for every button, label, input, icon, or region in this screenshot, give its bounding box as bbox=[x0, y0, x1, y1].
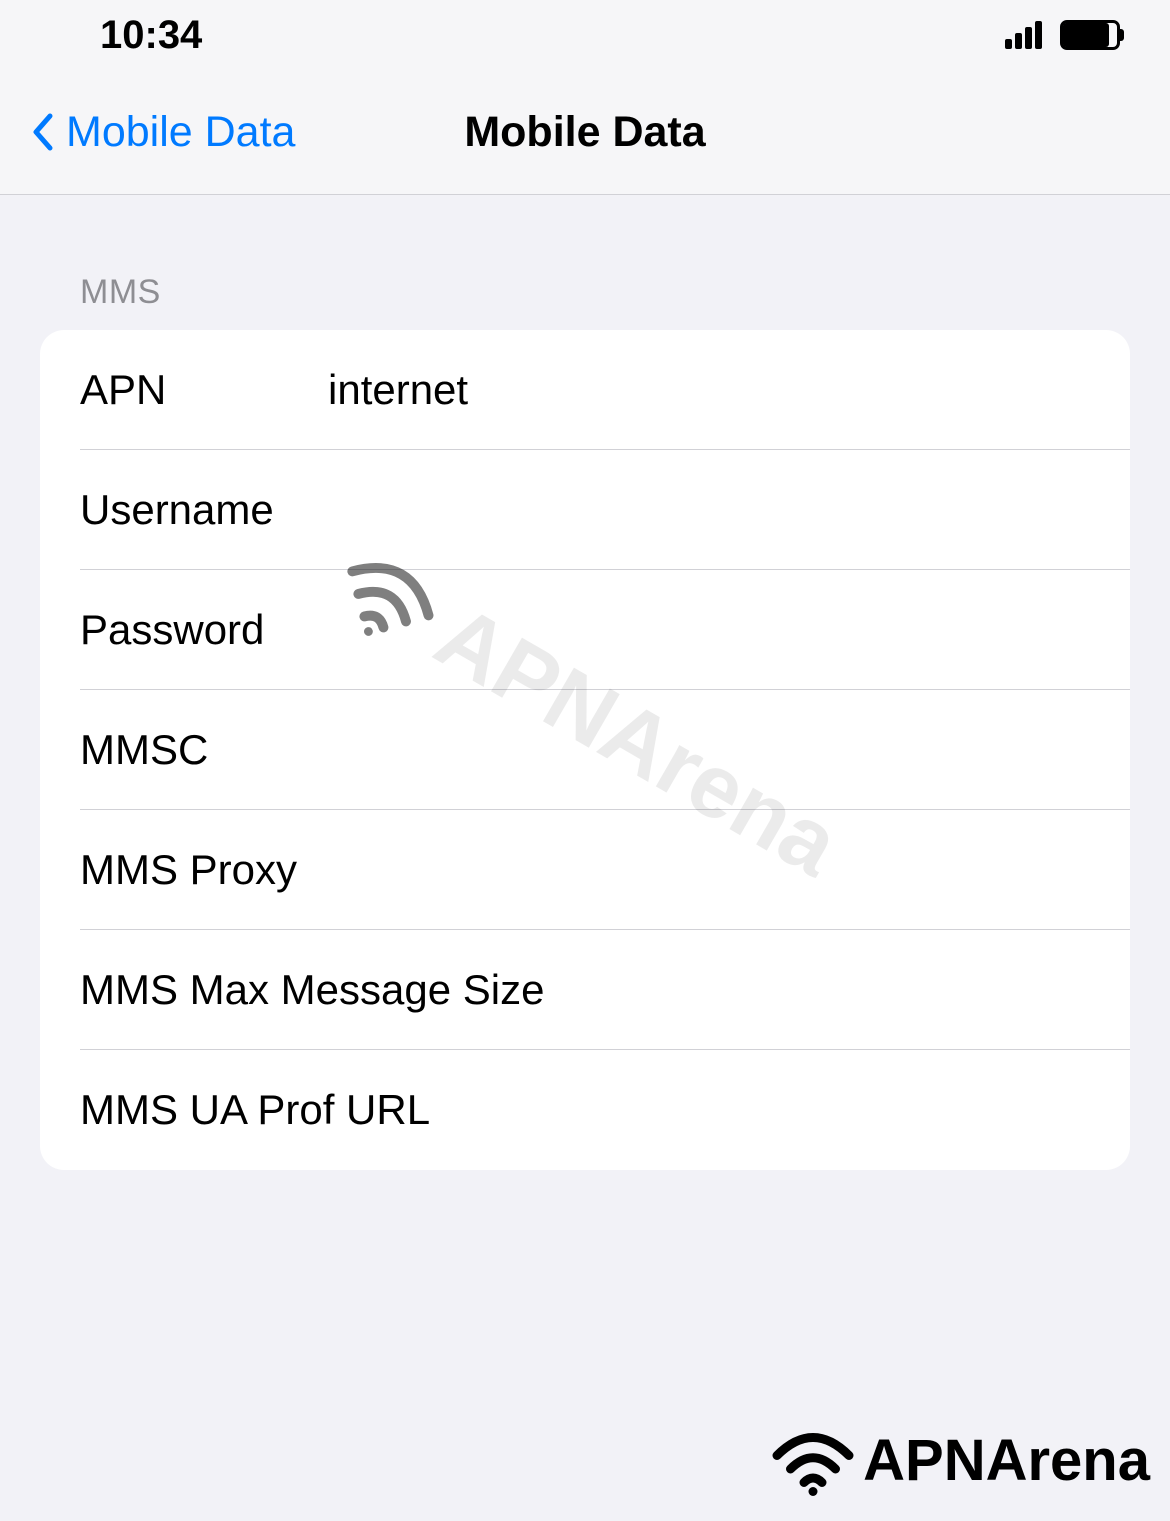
cellular-signal-icon bbox=[1005, 21, 1042, 49]
row-password[interactable]: Password bbox=[40, 570, 1130, 690]
input-username[interactable] bbox=[320, 486, 1090, 534]
page-title: Mobile Data bbox=[464, 108, 705, 157]
content: MMS APN Username Password MMSC MMS Proxy… bbox=[0, 195, 1170, 1170]
back-button[interactable]: Mobile Data bbox=[30, 108, 295, 157]
footer-text: APNArena bbox=[863, 1427, 1150, 1494]
footer-logo: APNArena bbox=[768, 1424, 1150, 1496]
status-bar: 10:34 bbox=[0, 0, 1170, 70]
row-apn[interactable]: APN bbox=[40, 330, 1130, 450]
row-mms-proxy[interactable]: MMS Proxy bbox=[40, 810, 1130, 930]
row-mmsc[interactable]: MMSC bbox=[40, 690, 1130, 810]
mms-settings-group: APN Username Password MMSC MMS Proxy MMS… bbox=[40, 330, 1130, 1170]
label-password: Password bbox=[80, 606, 320, 654]
label-mmsc: MMSC bbox=[80, 726, 320, 774]
row-mms-ua-prof-url[interactable]: MMS UA Prof URL bbox=[40, 1050, 1130, 1170]
input-mmsc[interactable] bbox=[320, 726, 1090, 774]
input-apn[interactable] bbox=[320, 366, 1090, 414]
label-mms-max-message-size: MMS Max Message Size bbox=[80, 966, 544, 1014]
label-mms-ua-prof-url: MMS UA Prof URL bbox=[80, 1086, 430, 1134]
label-username: Username bbox=[80, 486, 320, 534]
input-password[interactable] bbox=[320, 606, 1090, 654]
navigation-bar: Mobile Data Mobile Data bbox=[0, 70, 1170, 195]
chevron-left-icon bbox=[30, 112, 54, 152]
status-indicators bbox=[1005, 20, 1120, 50]
section-header-mms: MMS bbox=[40, 245, 1130, 330]
input-mms-proxy[interactable] bbox=[320, 846, 1090, 894]
label-apn: APN bbox=[80, 366, 320, 414]
battery-icon bbox=[1060, 20, 1120, 50]
status-time: 10:34 bbox=[100, 13, 202, 58]
wifi-icon bbox=[768, 1424, 858, 1496]
back-label: Mobile Data bbox=[66, 108, 295, 157]
row-mms-max-message-size[interactable]: MMS Max Message Size bbox=[40, 930, 1130, 1050]
label-mms-proxy: MMS Proxy bbox=[80, 846, 320, 894]
row-username[interactable]: Username bbox=[40, 450, 1130, 570]
